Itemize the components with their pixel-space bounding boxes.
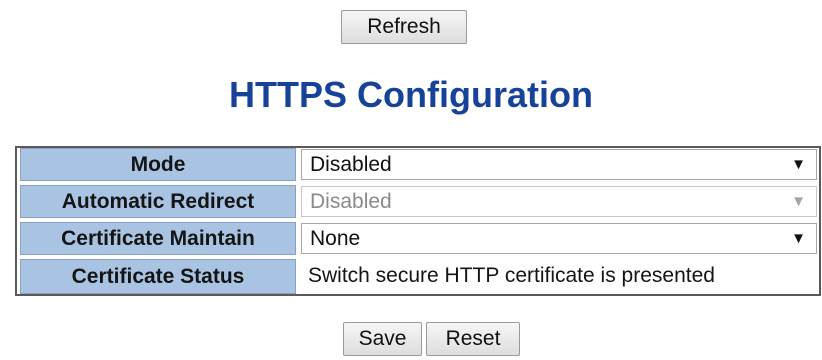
save-button[interactable]: Save — [343, 322, 422, 356]
reset-button[interactable]: Reset — [426, 322, 520, 356]
chevron-down-icon: ▼ — [791, 156, 806, 173]
mode-label: Mode — [20, 148, 296, 181]
automatic-redirect-label: Automatic Redirect — [20, 185, 296, 218]
config-row-automatic-redirect: Automatic Redirect Disabled ▼ — [17, 185, 819, 218]
config-row-certificate-maintain: Certificate Maintain None ▼ — [17, 222, 819, 255]
automatic-redirect-select: Disabled ▼ — [301, 186, 817, 217]
certificate-status-value: Switch secure HTTP certificate is presen… — [308, 264, 715, 287]
automatic-redirect-select-value: Disabled — [310, 190, 392, 213]
https-config-table: Mode Disabled ▼ Automatic Redirect Disab… — [15, 146, 821, 296]
config-row-certificate-status: Certificate Status Switch secure HTTP ce… — [17, 259, 819, 294]
certificate-maintain-label: Certificate Maintain — [20, 222, 296, 255]
refresh-button[interactable]: Refresh — [341, 10, 467, 44]
certificate-maintain-select-value: None — [310, 227, 361, 250]
chevron-down-icon: ▼ — [791, 230, 806, 247]
chevron-down-icon: ▼ — [791, 193, 806, 210]
config-row-mode: Mode Disabled ▼ — [17, 148, 819, 181]
certificate-status-label: Certificate Status — [20, 259, 296, 294]
page-title: HTTPS Configuration — [229, 74, 593, 115]
mode-select[interactable]: Disabled ▼ — [301, 149, 817, 180]
certificate-maintain-select[interactable]: None ▼ — [301, 223, 817, 254]
mode-select-value: Disabled — [310, 153, 392, 176]
